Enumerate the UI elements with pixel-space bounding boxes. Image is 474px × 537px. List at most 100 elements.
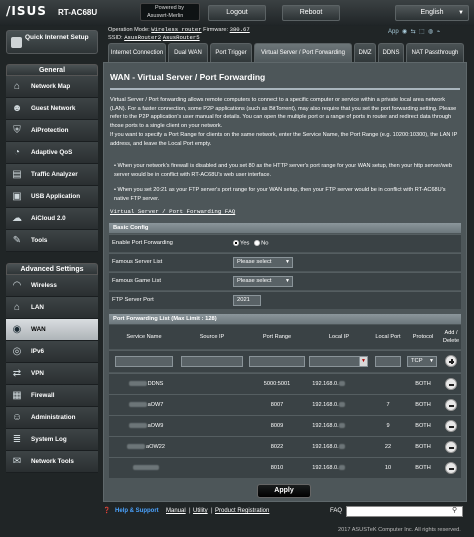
quick-internet-setup[interactable]: Quick Internet Setup — [6, 30, 98, 54]
sidebar-item-label: Administration — [31, 414, 76, 421]
help-icon: ❓ — [103, 508, 111, 514]
sidebar-item-usb-application[interactable]: ▣ USB Application — [6, 186, 98, 208]
app-label[interactable]: App — [388, 29, 399, 35]
logout-button[interactable]: Logout — [208, 5, 266, 21]
note-text: When you set 20:21 as your FTP server's … — [114, 187, 446, 202]
port-range-cell: 8007 — [270, 402, 284, 408]
tab-dmz[interactable]: DMZ — [354, 43, 376, 62]
user-status-icon[interactable]: ◍ — [426, 29, 433, 35]
tab-port-trigger[interactable]: Port Trigger — [210, 43, 252, 62]
network-status-icon[interactable]: ⬚ — [417, 29, 425, 35]
delete-rule-button[interactable] — [445, 420, 457, 432]
op-mode-link[interactable]: Wireless router — [151, 26, 201, 33]
description-paragraph: If you want to specify a Port Range for … — [110, 131, 458, 147]
faq-link[interactable]: Virtual Server / Port Forwarding FAQ — [110, 208, 235, 215]
sidebar-item-network-tools[interactable]: ✉ Network Tools — [6, 451, 98, 473]
ftp-port-input[interactable]: 2021 — [233, 295, 261, 306]
famous-server-select[interactable]: Please select — [233, 257, 293, 268]
qos-icon: ◔ — [13, 147, 21, 158]
tab-internet-connection[interactable]: Internet Connection — [108, 43, 166, 62]
sidebar-item-aiprotection[interactable]: ⛨ AiProtection — [6, 120, 98, 142]
apply-button[interactable]: Apply — [257, 484, 311, 498]
faq-label: FAQ — [330, 508, 343, 514]
sidebar-item-wan[interactable]: ◉ WAN — [6, 319, 98, 341]
search-icon[interactable]: ⚲ — [452, 506, 457, 514]
sidebar-item-vpn[interactable]: ⇄ VPN — [6, 363, 98, 385]
source-ip-input[interactable] — [181, 356, 243, 367]
sidebar-item-ipv6[interactable]: ◎ IPv6 — [6, 341, 98, 363]
no-radio[interactable] — [254, 240, 261, 246]
client-list-dropdown-icon[interactable]: ▼ — [359, 356, 368, 367]
local-ip-text: 192.168.0. — [312, 423, 339, 429]
delete-rule-button[interactable] — [445, 399, 457, 411]
manual-link[interactable]: Manual — [166, 508, 186, 514]
sidebar-item-guest-network[interactable]: ☻ Guest Network — [6, 98, 98, 120]
protocol-cell: BOTH — [415, 381, 431, 387]
usb-drive-icon[interactable]: ⌁ — [435, 29, 441, 35]
sidebar-item-label: IPv6 — [31, 348, 44, 355]
service-name-text: aOW9 — [147, 423, 164, 429]
protocol-select[interactable]: TCP — [407, 356, 437, 367]
enable-port-forwarding-label: Enable Port Forwarding — [112, 240, 173, 246]
delete-rule-button[interactable] — [445, 462, 457, 474]
op-mode-label: Operation Mode: — [108, 27, 150, 33]
local-ip-input[interactable] — [309, 356, 361, 367]
sidebar-item-network-map[interactable]: ⌂ Network Map — [6, 76, 98, 98]
separator: | — [189, 508, 191, 514]
famous-game-select[interactable]: Please select — [233, 276, 293, 287]
ssid-2g: AsusRouter2 — [124, 34, 162, 41]
port-range-input[interactable] — [249, 356, 305, 367]
product-registration-link[interactable]: Product Registration — [215, 508, 269, 514]
local-port-input[interactable] — [375, 356, 401, 367]
service-name-text: aOW7 — [147, 402, 164, 408]
sidebar-item-administration[interactable]: ☺ Administration — [6, 407, 98, 429]
firmware-link[interactable]: 380.67 — [230, 26, 250, 33]
tab-dual-wan[interactable]: Dual WAN — [168, 43, 208, 62]
aiprotection-icon: ⛨ — [13, 125, 21, 136]
sidebar-item-adaptive-qos[interactable]: ◔ Adaptive QoS — [6, 142, 98, 164]
sidebar-item-firewall[interactable]: ▦ Firewall — [6, 385, 98, 407]
delete-rule-button[interactable] — [445, 378, 457, 390]
sidebar-item-lan[interactable]: ⌂ LAN — [6, 297, 98, 319]
tab-nat-passthrough[interactable]: NAT Passthrough — [406, 43, 464, 62]
sidebar-item-label: System Log — [31, 436, 67, 443]
tab-ddns[interactable]: DDNS — [378, 43, 404, 62]
sidebar-item-aicloud[interactable]: ☁ AiCloud 2.0 — [6, 208, 98, 230]
sidebar-item-traffic-analyzer[interactable]: ▤ Traffic Analyzer — [6, 164, 98, 186]
service-name-text: aOW22 — [146, 444, 165, 450]
tab-virtual-server[interactable]: Virtual Server / Port Forwarding — [254, 43, 352, 62]
copyright: 2017 ASUSTeK Computer Inc. All rights re… — [338, 527, 461, 533]
local-ip-cell: 192.168.0. — [305, 423, 353, 429]
protocol-cell: BOTH — [415, 465, 431, 471]
utility-link[interactable]: Utility — [193, 508, 208, 514]
redacted-text — [127, 444, 146, 450]
separator: | — [211, 508, 213, 514]
local-ip-cell: 192.168.0. — [305, 381, 353, 387]
sidebar-item-tools[interactable]: ✎ Tools — [6, 230, 98, 252]
reboot-button[interactable]: Reboot — [282, 5, 340, 21]
yes-radio[interactable] — [233, 240, 239, 246]
local-port-cell: 7 — [386, 402, 390, 408]
column-headers: Service Name Source IP Port Range Local … — [109, 325, 461, 349]
redacted-text — [338, 381, 345, 387]
local-port-cell: 9 — [386, 423, 390, 429]
sidebar-item-system-log[interactable]: ≣ System Log — [6, 429, 98, 451]
protocol-cell: BOTH — [415, 402, 431, 408]
usb-icon: ▣ — [12, 191, 22, 202]
table-row: DDNS 5000:5001 192.168.0. BOTH — [109, 373, 461, 394]
add-rule-button[interactable] — [445, 355, 457, 367]
wan-icon: ◉ — [12, 324, 22, 335]
service-name-input[interactable] — [115, 356, 173, 367]
delete-rule-button[interactable] — [445, 441, 457, 453]
wifi-status-icon[interactable]: ◉ — [400, 29, 407, 35]
faq-search-input[interactable] — [346, 506, 463, 517]
title-divider — [110, 88, 460, 90]
wireless-icon: ◠ — [12, 280, 22, 291]
page-title: WAN - Virtual Server / Port Forwarding — [110, 72, 266, 82]
asus-logo: /ISUS — [6, 4, 47, 18]
ssid-5g: AsusRouter5 — [162, 34, 200, 41]
usb-status-icon[interactable]: ⇆ — [409, 29, 416, 35]
language-select[interactable]: English ▼ — [395, 5, 469, 21]
sidebar-item-wireless[interactable]: ◠ Wireless — [6, 275, 98, 297]
router-model: RT-AC68U — [58, 8, 98, 17]
